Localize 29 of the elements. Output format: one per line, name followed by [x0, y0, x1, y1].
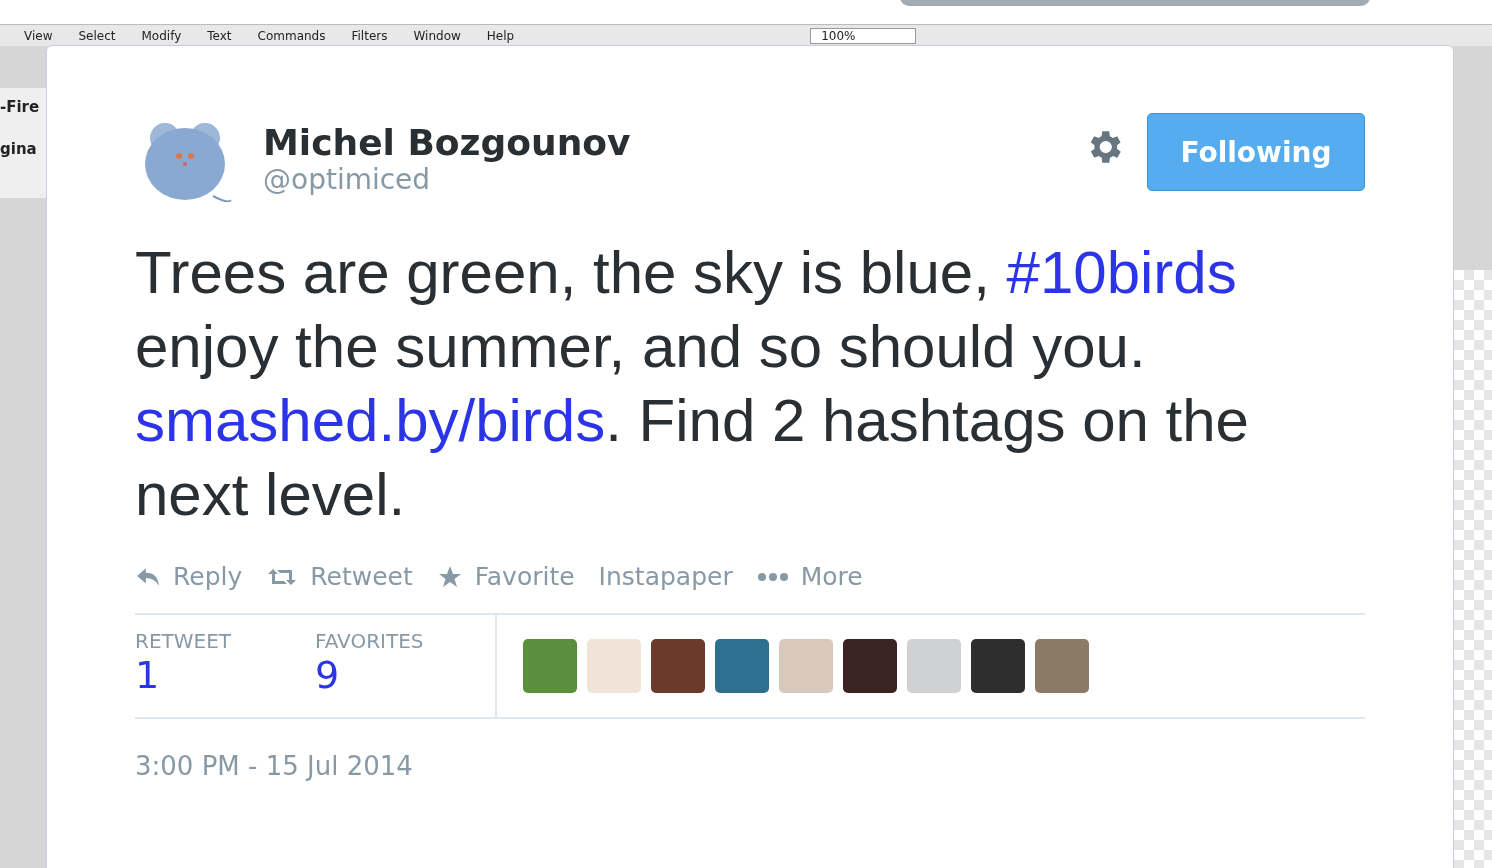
panel-label: gina	[0, 140, 38, 158]
tweet-link[interactable]: #10birds	[1006, 239, 1237, 306]
tweet-text: Trees are green, the sky is blue, #10birds enjoy the summer, and so should you. smashed.by/birds. Find 2 hashtags on the next level.	[135, 238, 1250, 530]
avatar-placeholder[interactable]	[779, 639, 833, 693]
menu-item[interactable]: Window	[413, 28, 461, 43]
stat-count[interactable]: 9	[315, 653, 495, 697]
avatar-placeholder[interactable]	[1035, 639, 1089, 693]
avatar-placeholder[interactable]	[843, 639, 897, 693]
stat-label: RETWEET	[135, 629, 232, 653]
retweet-icon[interactable]	[266, 566, 299, 587]
menu-item[interactable]: Commands	[257, 28, 326, 43]
avatar-placeholder[interactable]	[523, 639, 577, 693]
tweet-link[interactable]: smashed.by/birds	[135, 387, 606, 454]
zoom-field[interactable]: 100%	[810, 27, 917, 44]
menu-item[interactable]: Modify	[141, 28, 182, 43]
menu-item[interactable]: View	[24, 28, 53, 43]
avatar-placeholder[interactable]	[715, 639, 769, 693]
menu-item[interactable]: Select	[78, 28, 116, 43]
menu-item[interactable]: Text	[207, 28, 232, 43]
avatar-placeholder[interactable]	[907, 639, 961, 693]
avatar-placeholder[interactable]	[651, 639, 705, 693]
avatar-placeholder[interactable]	[971, 639, 1025, 693]
menu-item[interactable]: Filters	[351, 28, 388, 43]
panel-label: -Fire	[0, 98, 41, 116]
stat-count[interactable]: 1	[135, 653, 315, 697]
avatar-placeholder[interactable]	[587, 639, 641, 693]
stat-label: FAVORITES	[315, 629, 425, 653]
menu-item[interactable]: Help	[486, 28, 515, 43]
user-name[interactable]: Michel Bozgounov	[263, 122, 631, 163]
